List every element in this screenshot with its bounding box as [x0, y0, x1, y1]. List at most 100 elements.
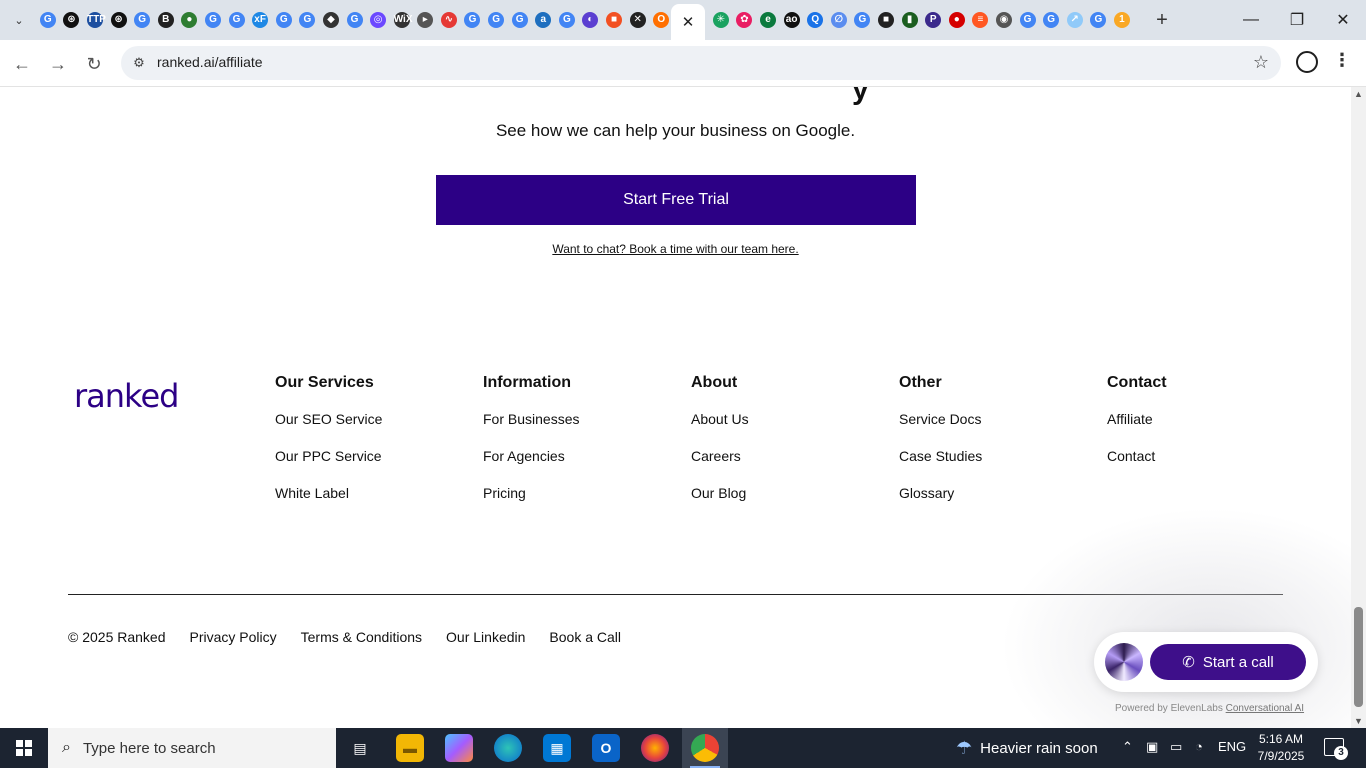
firefox-icon[interactable]: [641, 734, 669, 762]
chrome-taskbar-active[interactable]: [682, 728, 728, 768]
tab-favicon[interactable]: P: [921, 8, 945, 32]
forward-icon[interactable]: →: [44, 50, 72, 78]
close-window-button[interactable]: ✕: [1320, 0, 1366, 40]
tab-favicon[interactable]: ✕: [626, 8, 650, 32]
close-tab-icon[interactable]: ✕: [682, 13, 695, 31]
book-call-link[interactable]: Book a Call: [549, 629, 621, 645]
tab-favicon[interactable]: G: [461, 8, 485, 32]
language-indicator[interactable]: ENG: [1218, 739, 1246, 754]
terms-link[interactable]: Terms & Conditions: [301, 629, 422, 645]
tab-favicon[interactable]: ↗: [1063, 8, 1087, 32]
footer-link-seo[interactable]: Our SEO Service: [275, 411, 475, 448]
address-bar[interactable]: ⚙ ranked.ai/affiliate ☆: [121, 46, 1281, 80]
tab-favicon[interactable]: ao: [780, 8, 804, 32]
tab-favicon[interactable]: TTP: [83, 8, 107, 32]
tab-favicon[interactable]: 1: [1110, 8, 1134, 32]
active-tab[interactable]: ✕: [671, 4, 705, 40]
tab-favicon[interactable]: G: [36, 8, 60, 32]
tab-favicon[interactable]: G: [1016, 8, 1040, 32]
tab-favicon[interactable]: G: [272, 8, 296, 32]
browser-menu-icon[interactable]: ⋮: [1333, 50, 1351, 71]
scroll-thumb[interactable]: [1354, 607, 1363, 707]
restore-button[interactable]: ❐: [1274, 0, 1320, 40]
tab-favicon[interactable]: ✳: [709, 8, 733, 32]
profile-avatar-icon[interactable]: [1296, 51, 1318, 73]
tab-favicon[interactable]: ●: [178, 8, 202, 32]
footer-link-businesses[interactable]: For Businesses: [483, 411, 683, 448]
tab-favicon[interactable]: e: [756, 8, 780, 32]
edge-icon[interactable]: [494, 734, 522, 762]
footer-link-agencies[interactable]: For Agencies: [483, 448, 683, 485]
tab-favicon[interactable]: ▮: [898, 8, 922, 32]
tab-favicon[interactable]: G: [508, 8, 532, 32]
tab-favicon[interactable]: ∅: [827, 8, 851, 32]
tab-favicon[interactable]: ◎: [366, 8, 390, 32]
tab-favicon[interactable]: G: [201, 8, 225, 32]
conversational-ai-link[interactable]: Conversational AI: [1226, 703, 1304, 714]
footer-link-contact[interactable]: Contact: [1107, 448, 1307, 485]
start-free-trial-button[interactable]: Start Free Trial: [436, 175, 916, 225]
tab-favicon[interactable]: ■: [602, 8, 626, 32]
scroll-down-icon[interactable]: ▼: [1354, 716, 1363, 726]
bookmark-star-icon[interactable]: ☆: [1253, 52, 1269, 73]
tab-favicon[interactable]: G: [484, 8, 508, 32]
taskbar-clock[interactable]: 5:16 AM 7/9/2025: [1256, 731, 1306, 765]
footer-link-careers[interactable]: Careers: [691, 448, 891, 485]
tab-favicon[interactable]: G: [343, 8, 367, 32]
footer-link-blog[interactable]: Our Blog: [691, 485, 891, 522]
url-text[interactable]: ranked.ai/affiliate: [157, 54, 263, 70]
store-icon[interactable]: ▦: [543, 734, 571, 762]
footer-link-affiliate[interactable]: Affiliate: [1107, 411, 1307, 448]
tab-favicon[interactable]: xF: [248, 8, 272, 32]
footer-link-about-us[interactable]: About Us: [691, 411, 891, 448]
copilot-icon[interactable]: [445, 734, 473, 762]
start-button[interactable]: [0, 728, 48, 768]
ranked-logo[interactable]: ranked: [74, 377, 179, 415]
reload-icon[interactable]: ↻: [80, 50, 108, 78]
outlook-icon[interactable]: O: [592, 734, 620, 762]
tab-favicon[interactable]: ✿: [733, 8, 757, 32]
battery-icon[interactable]: ▭: [1170, 739, 1182, 755]
site-info-icon[interactable]: ⚙: [129, 53, 149, 73]
tab-favicon[interactable]: ⊛: [107, 8, 131, 32]
tab-favicon[interactable]: ▸: [414, 8, 438, 32]
tab-favicon[interactable]: G: [1087, 8, 1111, 32]
tab-favicon[interactable]: WiX: [390, 8, 414, 32]
tab-favicon[interactable]: G: [555, 8, 579, 32]
wifi-icon[interactable]: ◔: [1195, 739, 1203, 754]
book-chat-link[interactable]: Want to chat? Book a time with our team …: [0, 242, 1351, 256]
tab-favicon[interactable]: ≡: [969, 8, 993, 32]
tab-favicon[interactable]: G: [851, 8, 875, 32]
footer-link-ppc[interactable]: Our PPC Service: [275, 448, 475, 485]
minimize-button[interactable]: —: [1228, 0, 1274, 40]
footer-link-service-docs[interactable]: Service Docs: [899, 411, 1099, 448]
tab-favicon[interactable]: G: [225, 8, 249, 32]
tab-favicon[interactable]: ⊛: [60, 8, 84, 32]
tab-favicon[interactable]: ●: [945, 8, 969, 32]
scroll-up-icon[interactable]: ▲: [1354, 89, 1363, 99]
footer-link-pricing[interactable]: Pricing: [483, 485, 683, 522]
tab-search-chevron-icon[interactable]: ⌄: [6, 7, 32, 33]
tab-favicon[interactable]: ■: [874, 8, 898, 32]
tab-favicon[interactable]: a: [531, 8, 555, 32]
page-scrollbar[interactable]: ▲ ▼: [1351, 87, 1366, 728]
task-view-icon[interactable]: ▤: [346, 734, 374, 762]
tab-favicon[interactable]: ◐: [579, 8, 603, 32]
back-icon[interactable]: ←: [8, 50, 36, 78]
footer-link-case-studies[interactable]: Case Studies: [899, 448, 1099, 485]
tab-favicon[interactable]: G: [296, 8, 320, 32]
tab-favicon[interactable]: Q: [803, 8, 827, 32]
meet-icon[interactable]: ▣: [1146, 739, 1158, 755]
privacy-policy-link[interactable]: Privacy Policy: [190, 629, 277, 645]
voice-orb-icon[interactable]: [1105, 643, 1143, 681]
tab-favicon[interactable]: G: [1039, 8, 1063, 32]
tab-favicon[interactable]: ∿: [437, 8, 461, 32]
tab-favicon[interactable]: O: [649, 8, 673, 32]
linkedin-link[interactable]: Our Linkedin: [446, 629, 525, 645]
tab-favicon[interactable]: G: [130, 8, 154, 32]
start-call-button[interactable]: ✆ Start a call: [1150, 644, 1306, 680]
footer-link-white-label[interactable]: White Label: [275, 485, 475, 522]
tab-favicon[interactable]: ◆: [319, 8, 343, 32]
weather-widget[interactable]: ☂ Heavier rain soon: [956, 738, 1098, 759]
new-tab-button[interactable]: +: [1150, 8, 1174, 32]
